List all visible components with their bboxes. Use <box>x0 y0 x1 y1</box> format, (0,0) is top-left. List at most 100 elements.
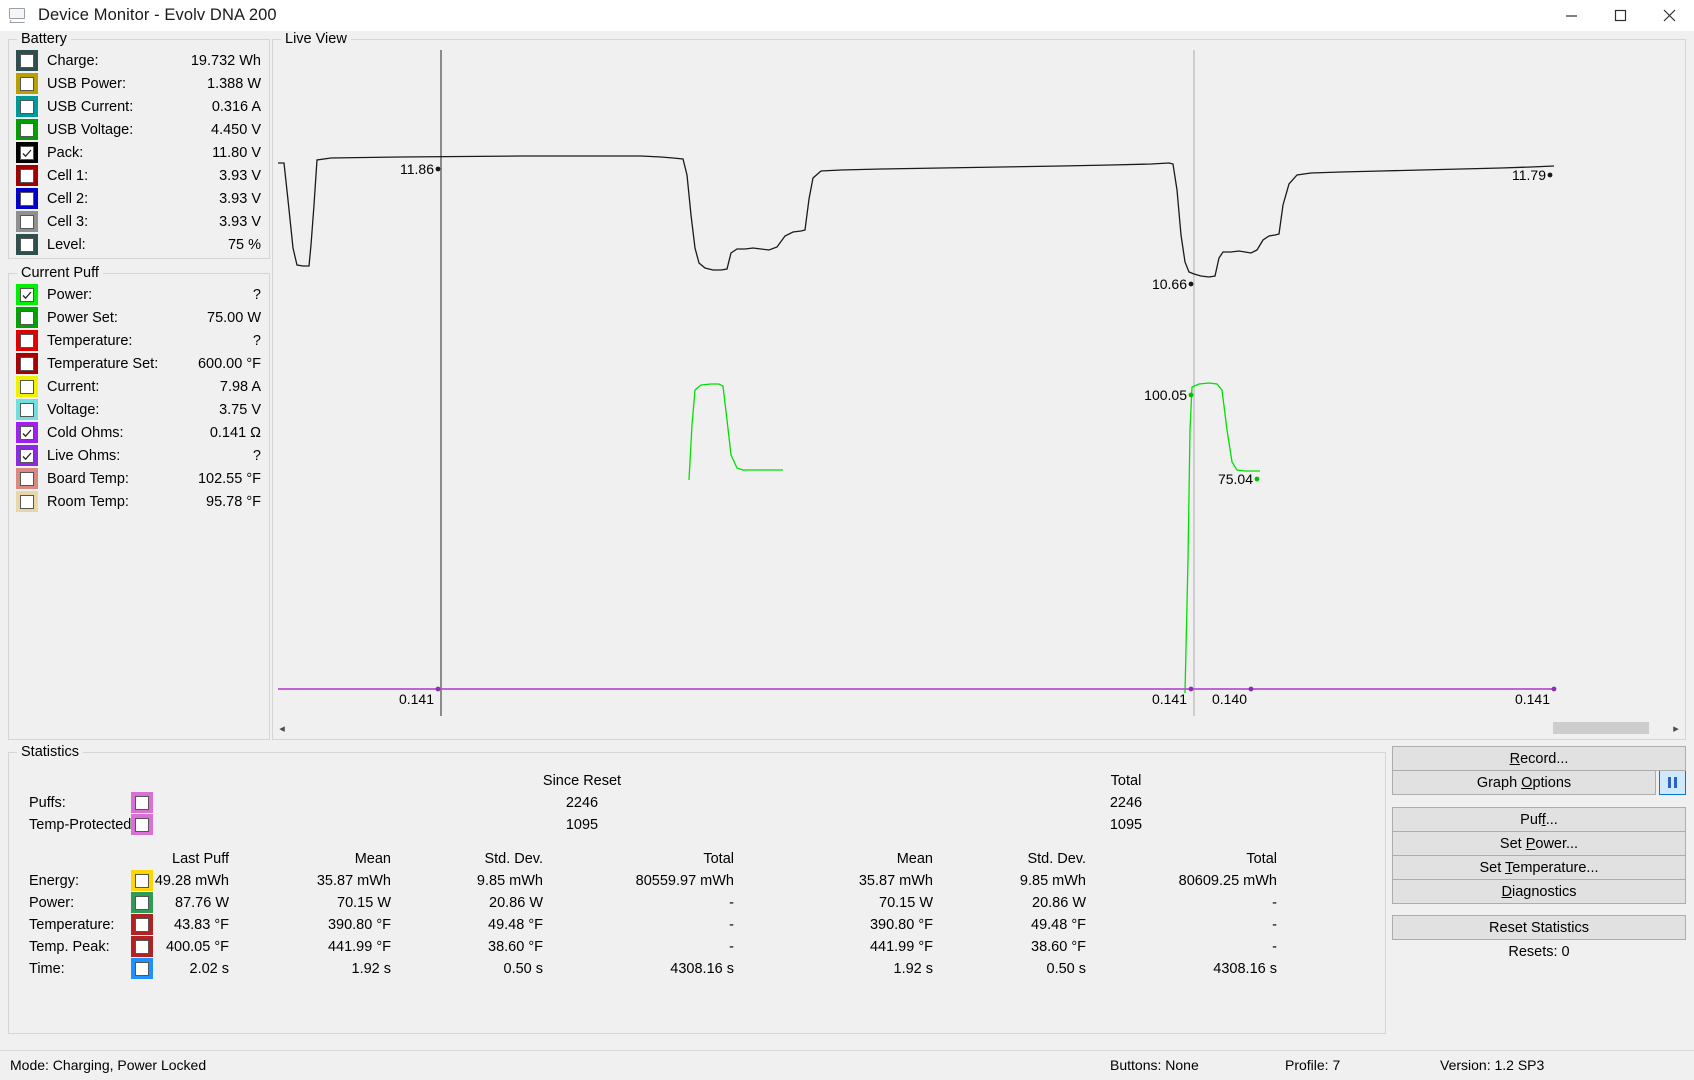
pause-icon[interactable] <box>1659 770 1686 795</box>
set-temperature-button-label: Set Temperature... <box>1479 859 1599 876</box>
series-checkbox[interactable] <box>20 214 34 229</box>
series-checkbox[interactable] <box>20 425 34 440</box>
series-color-swatch <box>16 376 38 397</box>
statistics-column-header: Mean <box>896 851 933 867</box>
statistics-cell: 49.28 mWh <box>154 873 229 889</box>
series-checkbox[interactable] <box>20 53 34 68</box>
record-button[interactable]: Record... <box>1392 746 1686 771</box>
statistics-cell: 1.92 s <box>351 961 392 977</box>
data-point-marker <box>1188 686 1194 692</box>
close-icon[interactable] <box>1645 0 1694 31</box>
reading-label: Live Ohms: <box>47 447 121 464</box>
diagnostics-button-label: Diagnostics <box>1501 883 1577 900</box>
current-puff-panel-title: Current Puff <box>17 265 103 281</box>
statistics-cell: 2.02 s <box>189 961 230 977</box>
series-checkbox[interactable] <box>20 448 34 463</box>
maximize-icon[interactable] <box>1596 0 1645 31</box>
chart-horizontal-scrollbar[interactable]: ◂ ▸ <box>273 717 1685 739</box>
reading-value: 3.93 V <box>219 213 261 230</box>
statistics-count-label: Temp-Protected: <box>29 817 136 833</box>
reading-label: Power: <box>47 286 93 303</box>
series-checkbox[interactable] <box>20 379 34 394</box>
status-version: Version: 1.2 SP3 <box>1440 1057 1545 1073</box>
series-color-swatch <box>16 142 38 163</box>
data-point-label: 0.141 <box>399 691 434 707</box>
series-checkbox[interactable] <box>20 122 34 137</box>
series-checkbox[interactable] <box>135 895 149 910</box>
set-power-button[interactable]: Set Power... <box>1392 831 1686 856</box>
statistics-cell: 1.92 s <box>893 961 934 977</box>
series-color-swatch <box>16 468 38 489</box>
puff-button[interactable]: Puff... <box>1392 807 1686 832</box>
statistics-cell: 35.87 mWh <box>858 873 933 889</box>
reading-value: 4.450 V <box>211 121 261 138</box>
data-point-marker <box>1547 172 1553 178</box>
series-checkbox[interactable] <box>135 917 149 932</box>
series-checkbox[interactable] <box>135 817 149 832</box>
series-checkbox[interactable] <box>20 287 34 302</box>
statistics-cell: 70.15 W <box>337 895 391 911</box>
series-color-swatch <box>16 119 38 140</box>
statistics-cell: 400.05 °F <box>165 939 229 955</box>
series-checkbox[interactable] <box>20 333 34 348</box>
reading-value: 11.80 V <box>212 144 261 161</box>
series-checkbox[interactable] <box>20 356 34 371</box>
reading-row: Cell 3: 3.93 V <box>9 210 269 233</box>
series-color-swatch <box>16 422 38 443</box>
series-checkbox[interactable] <box>135 961 149 976</box>
reset-statistics-button[interactable]: Reset Statistics <box>1392 915 1686 940</box>
data-point-marker <box>1188 392 1194 398</box>
series-power <box>688 383 783 481</box>
statistics-cell: 87.76 W <box>175 895 229 911</box>
reading-value: 102.55 °F <box>197 470 261 487</box>
series-color-swatch <box>16 188 38 209</box>
since-reset-group-header: Since Reset <box>542 773 622 789</box>
series-checkbox[interactable] <box>20 168 34 183</box>
reading-label: Temperature Set: <box>47 355 159 372</box>
live-view-chart[interactable]: 11.86 11.79 10.66 100.05 75.04 0.141 0.141 0.14… <box>273 50 1685 716</box>
series-checkbox[interactable] <box>20 402 34 417</box>
series-checkbox[interactable] <box>20 99 34 114</box>
statistics-cell: 390.80 °F <box>869 917 933 933</box>
data-point-marker <box>435 686 441 692</box>
statistics-cell: - <box>1272 895 1277 911</box>
reading-row: Cell 1: 3.93 V <box>9 164 269 187</box>
reading-value: 3.93 V <box>219 190 261 207</box>
live-view-panel: Live View 11.86 11.79 10.66 100.05 75.04 0.14… <box>272 31 1686 740</box>
diagnostics-button[interactable]: Diagnostics <box>1392 879 1686 904</box>
set-temperature-button[interactable]: Set Temperature... <box>1392 855 1686 880</box>
status-mode: Mode: Charging, Power Locked <box>10 1057 207 1073</box>
series-checkbox[interactable] <box>20 191 34 206</box>
reading-row: Power Set: 75.00 W <box>9 306 269 329</box>
scrollbar-thumb[interactable] <box>1553 722 1649 734</box>
scrollbar-track[interactable] <box>291 717 1667 739</box>
statistics-cell: 38.60 °F <box>1031 939 1086 955</box>
reading-value: 95.78 °F <box>206 493 261 510</box>
series-checkbox[interactable] <box>20 237 34 252</box>
window-controls <box>1547 0 1694 31</box>
minimize-icon[interactable] <box>1547 0 1596 31</box>
series-checkbox[interactable] <box>20 310 34 325</box>
reading-value: ? <box>252 286 261 303</box>
series-checkbox[interactable] <box>20 494 34 509</box>
statistics-cell: - <box>1272 917 1277 933</box>
series-checkbox[interactable] <box>20 76 34 91</box>
series-color-swatch <box>16 353 38 374</box>
scroll-left-icon[interactable]: ◂ <box>273 717 291 739</box>
statistics-count-total: 1095 <box>1109 817 1143 833</box>
series-color-swatch <box>131 958 153 979</box>
reading-label: Board Temp: <box>47 470 129 487</box>
series-checkbox[interactable] <box>135 873 149 888</box>
series-color-swatch <box>131 792 153 813</box>
reading-label: Pack: <box>47 144 84 161</box>
series-checkbox[interactable] <box>20 145 34 160</box>
statistics-cell: 0.50 s <box>503 961 544 977</box>
series-checkbox[interactable] <box>135 795 149 810</box>
scroll-right-icon[interactable]: ▸ <box>1667 717 1685 739</box>
live-view-title: Live View <box>281 31 351 47</box>
total-group-header: Total <box>1110 773 1142 789</box>
series-checkbox[interactable] <box>20 471 34 486</box>
graph-options-button[interactable]: Graph Options <box>1392 770 1656 795</box>
series-checkbox[interactable] <box>135 939 149 954</box>
statistics-cell: 20.86 W <box>489 895 543 911</box>
